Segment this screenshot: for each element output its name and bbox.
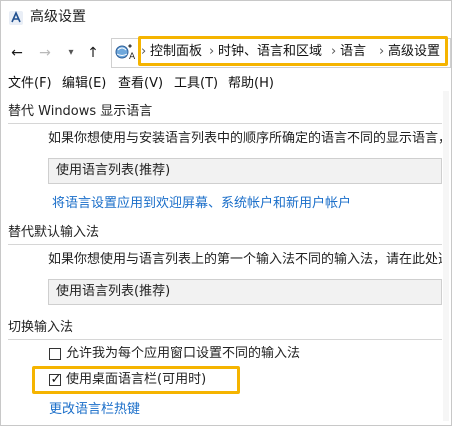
menu-file[interactable]: 文件(F) [8, 76, 52, 92]
breadcrumb-control-panel[interactable]: 控制面板 [150, 44, 202, 60]
desktop-language-bar-checkbox[interactable]: ✓ [49, 372, 62, 387]
section-divider [8, 339, 442, 340]
display-language-description: 如果你想使用与安装语言列表中的顺序所确定的语言不同的显示语言，请在此处选择。 [48, 131, 442, 146]
menu-help[interactable]: 帮助(H) [228, 76, 274, 92]
menu-edit[interactable]: 编辑(E) [62, 76, 106, 92]
chevron-down-icon[interactable]: ▾ [62, 44, 80, 62]
change-language-bar-hotkeys-link[interactable]: 更改语言栏热键 [49, 402, 140, 418]
section-divider [8, 123, 442, 124]
arrow-right-icon[interactable]: → [36, 44, 54, 62]
breadcrumb-clock-language-region[interactable]: 时钟、语言和区域 [218, 44, 322, 60]
section-divider [8, 244, 442, 245]
language-settings-icon [9, 11, 23, 25]
svg-text:A: A [129, 52, 136, 62]
breadcrumb-separator-icon: › [141, 44, 147, 59]
control-panel-icon: A [115, 44, 136, 62]
breadcrumb-separator-icon: › [379, 44, 385, 59]
scrollbar[interactable] [443, 91, 449, 421]
breadcrumb-separator-icon: › [331, 44, 337, 59]
menu-view[interactable]: 查看(V) [118, 76, 163, 92]
breadcrumb-language[interactable]: 语言 [340, 44, 366, 60]
section-title-switch-input: 切换输入法 [8, 320, 74, 335]
desktop-language-bar-label: 使用桌面语言栏(可用时) [66, 372, 207, 387]
arrow-up-icon[interactable]: ↑ [84, 44, 102, 62]
apply-language-settings-link[interactable]: 将语言设置应用到欢迎屏幕、系统帐户和新用户帐户 [52, 196, 351, 212]
per-app-input-checkbox[interactable] [49, 348, 61, 360]
breadcrumb-separator-icon: › [209, 44, 215, 59]
menu-tools[interactable]: 工具(T) [174, 76, 218, 92]
section-title-input-method: 替代默认输入法 [8, 225, 100, 240]
display-language-select[interactable]: 使用语言列表(推荐) [48, 158, 442, 184]
checkmark-icon: ✓ [50, 372, 62, 387]
arrow-left-icon[interactable]: ← [8, 44, 26, 62]
per-app-input-label: 允许我为每个应用窗口设置不同的输入法 [66, 346, 301, 361]
window-title: 高级设置 [30, 9, 86, 25]
breadcrumb-advanced-settings[interactable]: 高级设置 [388, 44, 440, 60]
input-method-select[interactable]: 使用语言列表(推荐) [48, 279, 442, 305]
section-title-display-language: 替代 Windows 显示语言 [8, 104, 153, 119]
input-method-description: 如果你想使用与语言列表上的第一个输入法不同的输入法，请在此处选择。 [48, 252, 442, 267]
